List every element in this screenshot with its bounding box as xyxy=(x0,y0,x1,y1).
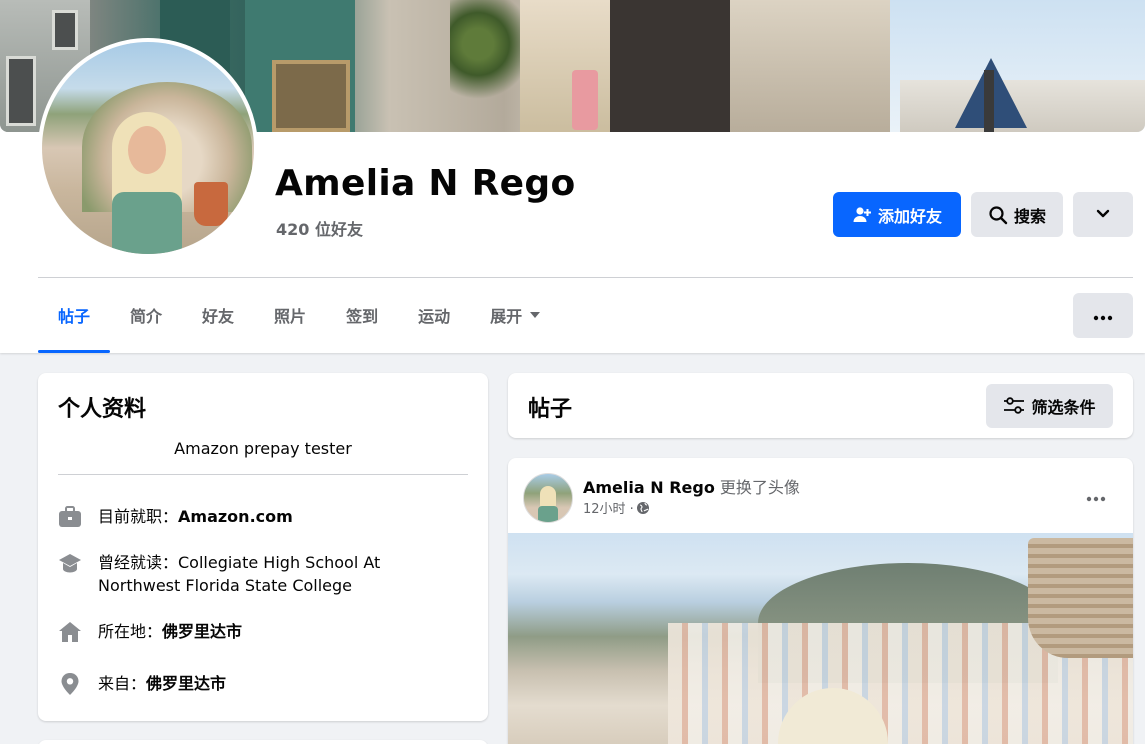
next-card xyxy=(38,740,488,744)
intro-work: 目前就职：Amazon.com xyxy=(58,505,293,529)
sliders-icon xyxy=(1003,397,1025,415)
post-meta: 12小时 · xyxy=(583,498,650,517)
search-button[interactable]: 搜索 xyxy=(971,192,1063,237)
post-header-text: Amelia N Rego 更换了头像 xyxy=(583,474,800,498)
tabs-more-button[interactable] xyxy=(1073,293,1133,338)
education-line2[interactable]: Northwest Florida State College xyxy=(98,576,352,595)
briefcase-icon xyxy=(58,505,82,529)
post-action: 更换了头像 xyxy=(719,478,800,497)
tab-posts[interactable]: 帖子 xyxy=(38,280,111,353)
tab-about[interactable]: 简介 xyxy=(110,280,182,350)
header-divider xyxy=(38,277,1133,278)
house-icon xyxy=(58,620,82,644)
post-photo[interactable] xyxy=(508,533,1133,744)
intro-from: 来自：佛罗里达市 xyxy=(58,672,226,696)
location-pin-icon xyxy=(58,672,82,696)
intro-title: 个人资料 xyxy=(58,397,147,422)
intro-bio: Amazon prepay tester xyxy=(174,439,352,458)
graduation-cap-icon xyxy=(58,551,82,575)
search-label: 搜索 xyxy=(1013,206,1046,226)
tab-photos[interactable]: 照片 xyxy=(254,280,326,350)
chevron-down-icon xyxy=(1095,205,1111,225)
post-options-button[interactable] xyxy=(1078,478,1114,514)
more-options-button[interactable] xyxy=(1073,192,1133,237)
caret-down-icon xyxy=(530,312,541,318)
education-line1[interactable]: 曾经就读：Collegiate High School At xyxy=(98,553,380,572)
globe-icon xyxy=(636,501,650,515)
posts-title: 帖子 xyxy=(528,397,573,422)
post-author-name[interactable]: Amelia N Rego xyxy=(583,478,715,497)
search-icon xyxy=(988,205,1008,225)
more-dots-icon xyxy=(1093,306,1113,325)
filter-button[interactable]: 筛选条件 xyxy=(986,384,1113,428)
add-friend-label: 添加好友 xyxy=(877,206,942,226)
tab-sports[interactable]: 运动 xyxy=(398,280,470,350)
intro-divider xyxy=(58,474,468,475)
filter-label: 筛选条件 xyxy=(1031,398,1096,417)
add-friend-button[interactable]: 添加好友 xyxy=(833,192,961,237)
tab-expand[interactable]: 展开 xyxy=(470,280,560,350)
intro-card: 个人资料 Amazon prepay tester 目前就职：Amazon.co… xyxy=(38,373,488,721)
post-card: Amelia N Rego 更换了头像 12小时 · xyxy=(508,458,1133,744)
profile-tabs: 帖子 简介 好友 照片 签到 运动 展开 xyxy=(38,280,560,353)
work-link[interactable]: Amazon.com xyxy=(178,507,293,526)
profile-avatar[interactable] xyxy=(38,38,258,258)
person-plus-icon xyxy=(852,205,872,225)
post-author-avatar[interactable] xyxy=(523,473,573,523)
tab-checkins[interactable]: 签到 xyxy=(326,280,398,350)
from-link[interactable]: 佛罗里达市 xyxy=(146,674,226,693)
intro-education: 曾经就读：Collegiate High School At Northwest… xyxy=(58,551,380,597)
post-time[interactable]: 12小时 · xyxy=(583,498,634,517)
profile-name: Amelia N Rego xyxy=(275,163,576,204)
tab-friends[interactable]: 好友 xyxy=(182,280,254,350)
friends-count[interactable]: 420 位好友 xyxy=(276,216,363,240)
profile-header: Amelia N Rego 420 位好友 添加好友 搜索 帖子 简介 好友 照… xyxy=(0,0,1145,353)
more-dots-icon xyxy=(1086,487,1106,506)
intro-lives: 所在地：佛罗里达市 xyxy=(58,620,242,644)
lives-link[interactable]: 佛罗里达市 xyxy=(162,622,242,641)
